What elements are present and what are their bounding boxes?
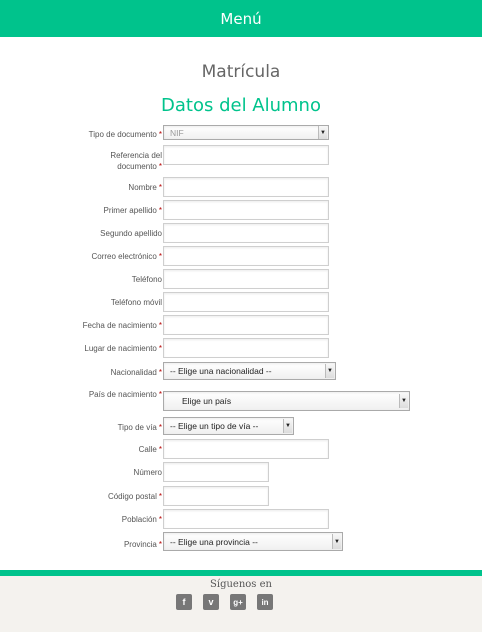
label-lugar-nacimiento: Lugar de nacimiento * <box>84 344 162 353</box>
lugar-nacimiento-input[interactable] <box>163 338 329 358</box>
label-pais-nacimiento: País de nacimiento * <box>88 390 162 399</box>
tipo-via-select[interactable]: -- Elige un tipo de vía -- ▼ <box>163 417 294 435</box>
label-codigo-postal: Código postal * <box>107 492 162 501</box>
chevron-down-icon: ▼ <box>318 126 327 139</box>
label-referencia: Referencia del documento * <box>110 151 162 171</box>
follow-us-label: Síguenos en <box>210 579 272 590</box>
label-numero: Número <box>133 468 162 477</box>
label-telefono-movil: Teléfono móvil <box>110 298 162 307</box>
telefono-movil-input[interactable] <box>163 292 329 312</box>
label-fecha-nacimiento: Fecha de nacimiento * <box>82 321 162 330</box>
referencia-input[interactable] <box>163 145 329 165</box>
linkedin-icon[interactable]: in <box>257 594 273 610</box>
nombre-input[interactable] <box>163 177 329 197</box>
chevron-down-icon: ▼ <box>325 364 334 378</box>
label-nacionalidad: Nacionalidad * <box>110 368 162 377</box>
label-poblacion: Población * <box>121 515 162 524</box>
provincia-select[interactable]: -- Elige una provincia -- ▼ <box>163 532 343 551</box>
chevron-down-icon: ▼ <box>399 394 408 408</box>
pais-nacimiento-select[interactable]: Elige un país ▼ <box>163 391 410 411</box>
correo-input[interactable] <box>163 246 329 266</box>
label-primer-apellido: Primer apellido * <box>103 206 162 215</box>
facebook-icon[interactable]: f <box>176 594 192 610</box>
codigo-postal-input[interactable] <box>163 486 269 506</box>
chevron-down-icon: ▼ <box>283 419 292 433</box>
vimeo-icon[interactable]: v <box>203 594 219 610</box>
segundo-apellido-input[interactable] <box>163 223 329 243</box>
poblacion-input[interactable] <box>163 509 329 529</box>
numero-input[interactable] <box>163 462 269 482</box>
section-title: Datos del Alumno <box>161 95 321 116</box>
label-tipo-documento: Tipo de documento * <box>88 130 162 139</box>
label-telefono: Teléfono <box>131 275 162 284</box>
primer-apellido-input[interactable] <box>163 200 329 220</box>
nacionalidad-select[interactable]: -- Elige una nacionalidad -- ▼ <box>163 362 336 380</box>
tipo-documento-select[interactable]: NIF ▼ <box>163 125 329 140</box>
label-nombre: Nombre * <box>128 183 162 192</box>
menu-button[interactable]: Menú <box>220 10 261 28</box>
top-navigation-bar: Menú <box>0 0 482 37</box>
label-correo: Correo electrónico * <box>91 252 163 261</box>
google-plus-icon[interactable]: g+ <box>230 594 246 610</box>
page-title: Matrícula <box>201 62 281 82</box>
telefono-input[interactable] <box>163 269 329 289</box>
label-provincia: Provincia * <box>123 540 162 549</box>
fecha-nacimiento-input[interactable] <box>163 315 329 335</box>
footer: Síguenos en f v g+ in <box>0 576 482 632</box>
label-calle: Calle * <box>138 445 162 454</box>
chevron-down-icon: ▼ <box>332 534 341 549</box>
label-tipo-via: Tipo de vía * <box>117 423 162 432</box>
label-segundo-apellido: Segundo apellido <box>100 229 162 238</box>
calle-input[interactable] <box>163 439 329 459</box>
